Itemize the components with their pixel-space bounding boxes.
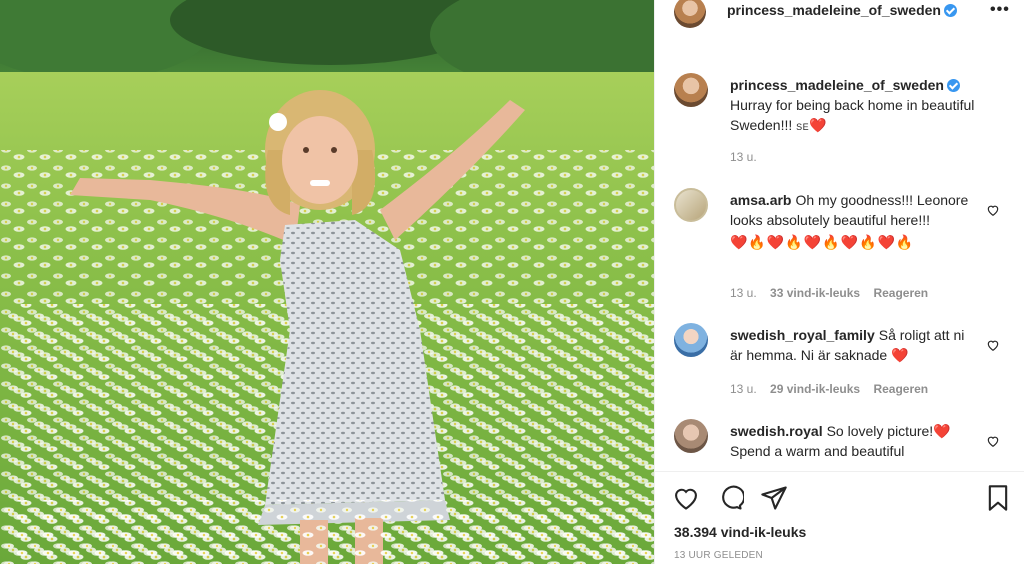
- author-username[interactable]: princess_madeleine_of_sweden: [727, 2, 941, 18]
- comment-like-heart-icon[interactable]: [986, 203, 1000, 217]
- caption-meta: 13 u.: [730, 150, 767, 164]
- heart-emoji: ❤️: [809, 117, 827, 133]
- comment-reply-button[interactable]: Reageren: [873, 286, 928, 300]
- post-header: princess_madeleine_of_sweden •••: [655, 0, 1024, 32]
- comment-item: swedish.royal So lovely picture!❤️ Spend …: [655, 404, 1024, 470]
- comment-time: 13 u.: [730, 286, 757, 300]
- comment-text-block: swedish_royal_family Så roligt att ni är …: [730, 325, 980, 365]
- comment-reply-button[interactable]: Reageren: [873, 382, 928, 396]
- comment-like-heart-icon[interactable]: [986, 434, 1000, 448]
- comment-meta: 13 u. 29 vind-ik-leuks Reageren: [730, 382, 938, 396]
- comment-time: 13 u.: [730, 382, 757, 396]
- photo-girl-in-daisy-field: [0, 0, 654, 564]
- caption: princess_madeleine_of_sweden Hurray for …: [655, 58, 1024, 173]
- post-like-count[interactable]: 38.394 vind-ik-leuks: [674, 524, 806, 540]
- comment-username[interactable]: swedish.royal: [730, 423, 823, 439]
- commenter-avatar[interactable]: [674, 188, 708, 222]
- verified-badge-icon: [944, 4, 957, 17]
- author-username-row[interactable]: princess_madeleine_of_sweden: [727, 2, 957, 18]
- commenter-avatar[interactable]: [674, 419, 708, 453]
- author-avatar[interactable]: [674, 0, 706, 28]
- comment-meta: 13 u. 33 vind-ik-leuks Reageren: [730, 286, 938, 300]
- caption-time: 13 u.: [730, 150, 757, 164]
- comment-like-heart-icon[interactable]: [986, 338, 1000, 352]
- comment-item: amsa.arb Oh my goodness!!! Leonore looks …: [655, 173, 1024, 308]
- comments-list[interactable]: princess_madeleine_of_sweden Hurray for …: [655, 58, 1024, 470]
- comment-likes[interactable]: 29 vind-ik-leuks: [770, 382, 860, 396]
- post-timestamp[interactable]: 13 UUR GELEDEN: [674, 550, 763, 561]
- post-photo[interactable]: [0, 0, 654, 564]
- comment-item: swedish_royal_family Så roligt att ni är …: [655, 308, 1024, 404]
- flag-se-emoji: SE: [796, 122, 810, 132]
- more-options-icon[interactable]: •••: [990, 1, 1010, 19]
- caption-text: Hurray for being back home in beautiful …: [730, 97, 975, 133]
- heart-outline-icon[interactable]: [672, 484, 700, 512]
- author-avatar-small[interactable]: [674, 73, 708, 107]
- comment-likes[interactable]: 33 vind-ik-leuks: [770, 286, 860, 300]
- post-actions-bar: 38.394 vind-ik-leuks 13 UUR GELEDEN: [655, 471, 1024, 564]
- caption-username[interactable]: princess_madeleine_of_sweden: [730, 77, 960, 93]
- comment-text-block: swedish.royal So lovely picture!❤️ Spend …: [730, 421, 980, 461]
- commenter-avatar[interactable]: [674, 323, 708, 357]
- caption-text-block: princess_madeleine_of_sweden Hurray for …: [730, 75, 980, 137]
- comment-text-block: amsa.arb Oh my goodness!!! Leonore looks …: [730, 190, 980, 252]
- comment-username[interactable]: amsa.arb: [730, 192, 791, 208]
- verified-badge-icon: [947, 79, 960, 92]
- post-side-panel: princess_madeleine_of_sweden ••• princes…: [654, 0, 1024, 564]
- comment-emoji: ❤️🔥❤️🔥❤️🔥❤️🔥❤️🔥: [730, 234, 915, 250]
- bookmark-icon[interactable]: [984, 484, 1012, 512]
- comment-username[interactable]: swedish_royal_family: [730, 327, 875, 343]
- paper-plane-icon[interactable]: [760, 484, 788, 512]
- speech-bubble-icon[interactable]: [716, 484, 744, 512]
